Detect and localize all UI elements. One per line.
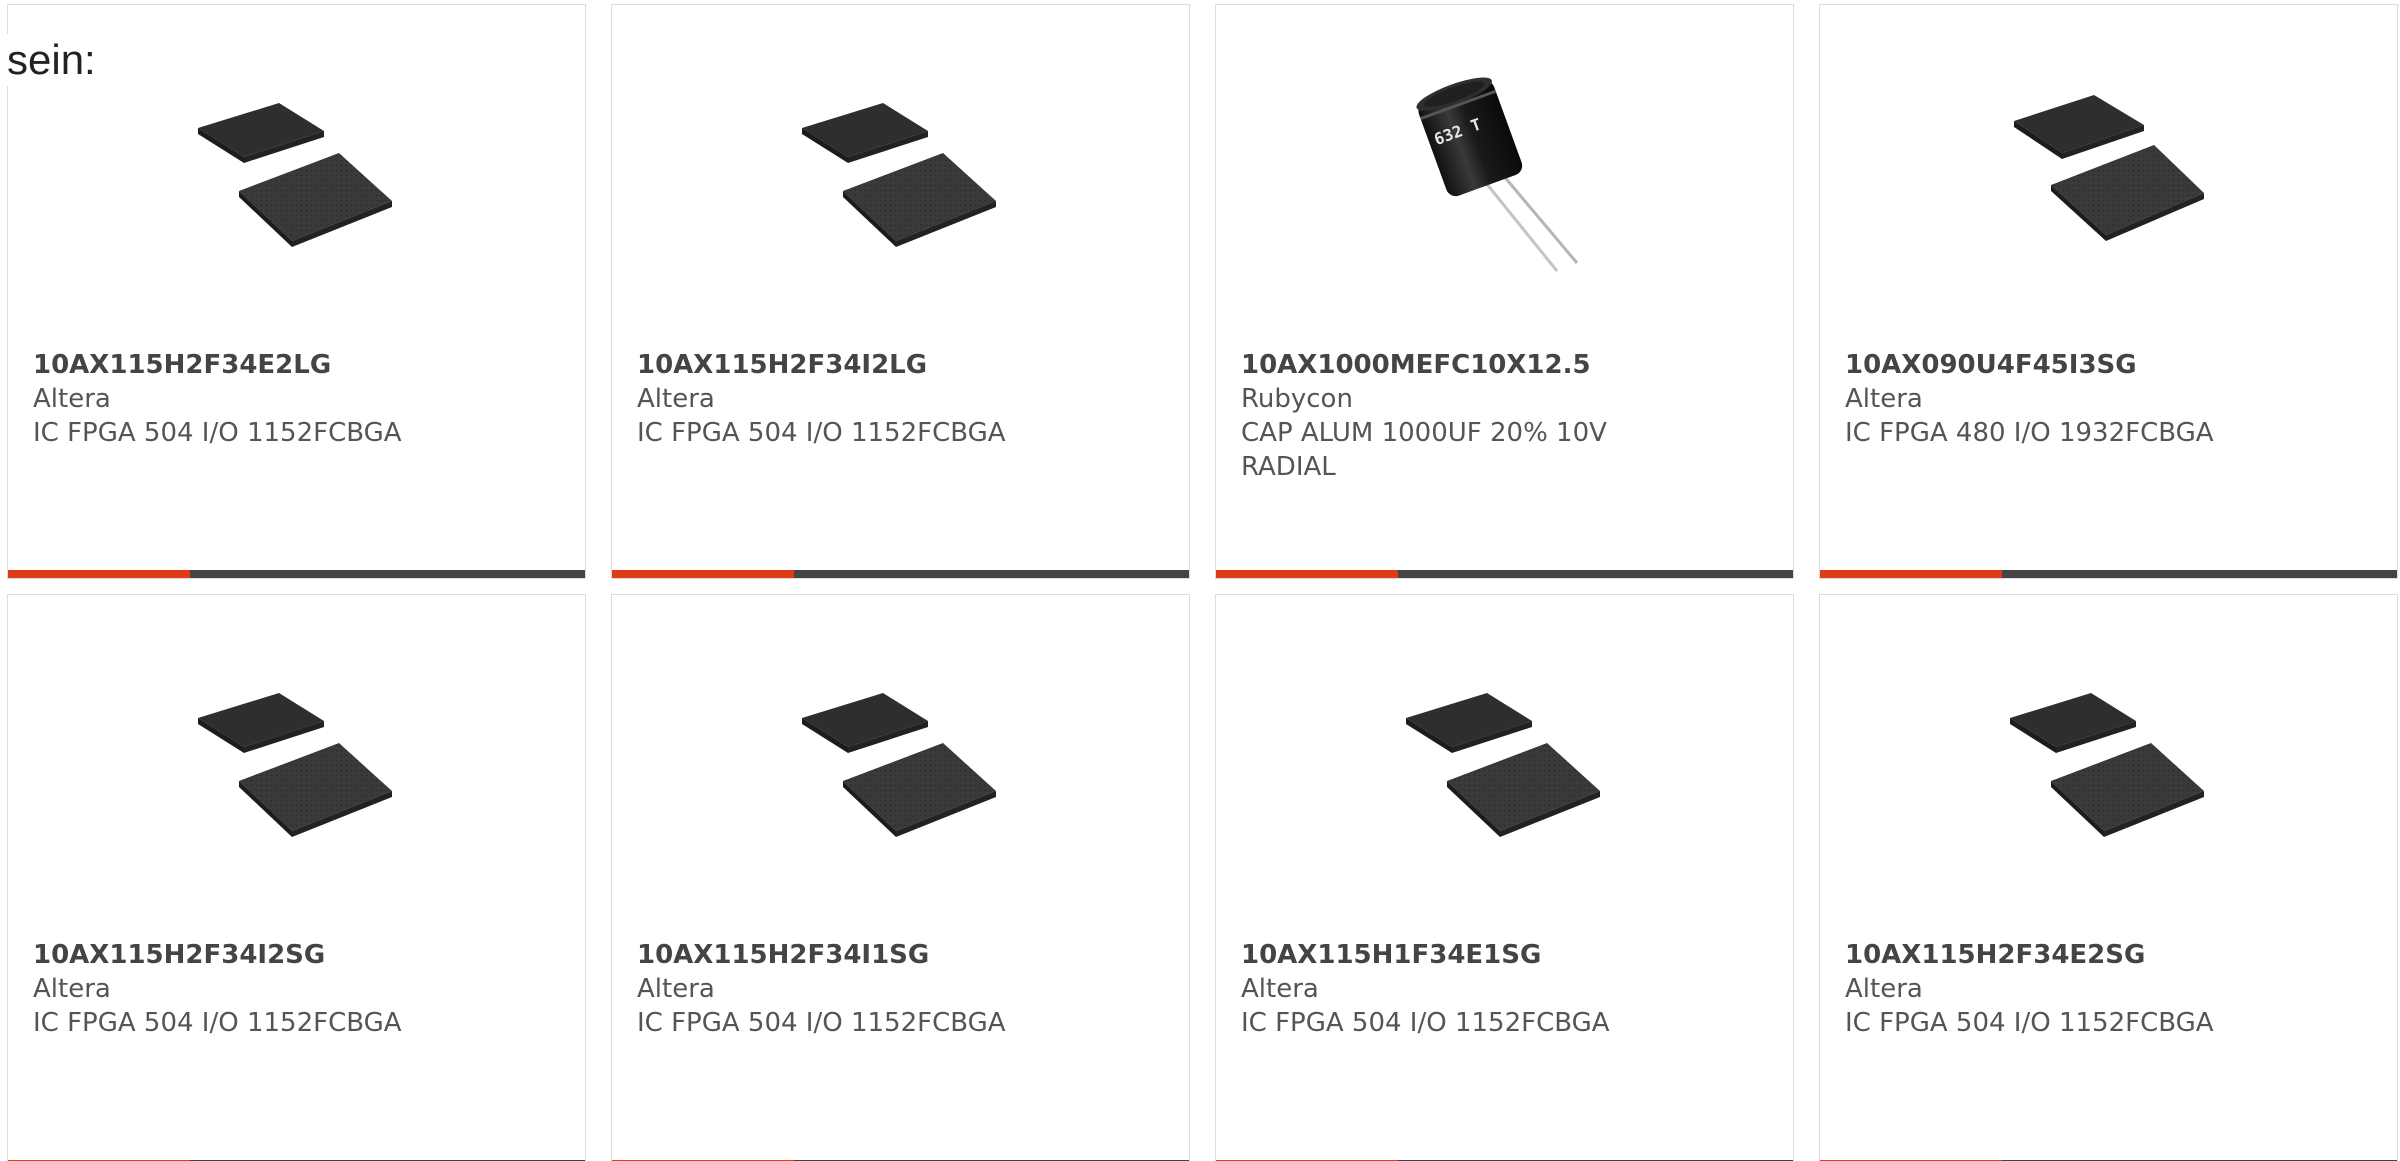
product-card[interactable]: 10AX115H2F34E2LG Altera IC FPGA 504 I/O … bbox=[7, 4, 586, 579]
product-card[interactable]: 10AX115H1F34E1SG Altera IC FPGA 504 I/O … bbox=[1215, 594, 1794, 1161]
product-info: 10AX115H2F34E2SG Altera IC FPGA 504 I/O … bbox=[1845, 938, 2365, 1040]
capacitor-icon[interactable]: 632 T bbox=[1402, 73, 1602, 273]
card-accent-bar bbox=[8, 570, 585, 578]
part-number-link[interactable]: 10AX115H2F34I2LG bbox=[637, 348, 1157, 382]
product-card[interactable]: 10AX115H2F34I1SG Altera IC FPGA 504 I/O … bbox=[611, 594, 1190, 1161]
fpga-chip-icon[interactable] bbox=[194, 73, 394, 273]
card-accent-bar bbox=[1216, 570, 1793, 578]
product-description: IC FPGA 504 I/O 1152FCBGA bbox=[33, 418, 402, 448]
product-info: 10AX115H1F34E1SG Altera IC FPGA 504 I/O … bbox=[1241, 938, 1761, 1040]
part-number-link[interactable]: 10AX115H1F34E1SG bbox=[1241, 938, 1761, 972]
product-card[interactable]: 632 T 10AX1000MEFC10X12.5 Rubycon CAP AL… bbox=[1215, 4, 1794, 579]
manufacturer-name: Altera bbox=[33, 384, 111, 414]
manufacturer-name: Rubycon bbox=[1241, 384, 1353, 414]
manufacturer-name: Altera bbox=[1241, 974, 1319, 1004]
card-accent-bar bbox=[612, 570, 1189, 578]
product-info: 10AX115H2F34I2LG Altera IC FPGA 504 I/O … bbox=[637, 348, 1157, 450]
product-grid: 10AX115H2F34E2LG Altera IC FPGA 504 I/O … bbox=[7, 4, 2400, 1161]
fpga-chip-icon[interactable] bbox=[798, 663, 998, 863]
part-number-link[interactable]: 10AX115H2F34E2LG bbox=[33, 348, 553, 382]
product-card[interactable]: 10AX090U4F45I3SG Altera IC FPGA 480 I/O … bbox=[1819, 4, 2398, 579]
product-info: 10AX1000MEFC10X12.5 Rubycon CAP ALUM 100… bbox=[1241, 348, 1761, 484]
fpga-chip-icon[interactable] bbox=[1402, 663, 1602, 863]
product-description: CAP ALUM 1000UF 20% 10V RADIAL bbox=[1241, 418, 1607, 482]
product-info: 10AX115H2F34I2SG Altera IC FPGA 504 I/O … bbox=[33, 938, 553, 1040]
product-info: 10AX115H2F34E2LG Altera IC FPGA 504 I/O … bbox=[33, 348, 553, 450]
product-info: 10AX090U4F45I3SG Altera IC FPGA 480 I/O … bbox=[1845, 348, 2365, 450]
product-card[interactable]: 10AX115H2F34E2SG Altera IC FPGA 504 I/O … bbox=[1819, 594, 2398, 1161]
product-description: IC FPGA 504 I/O 1152FCBGA bbox=[33, 1008, 402, 1038]
product-description: IC FPGA 504 I/O 1152FCBGA bbox=[1845, 1008, 2214, 1038]
manufacturer-name: Altera bbox=[1845, 974, 1923, 1004]
product-card[interactable]: 10AX115H2F34I2LG Altera IC FPGA 504 I/O … bbox=[611, 4, 1190, 579]
part-number-link[interactable]: 10AX115H2F34I1SG bbox=[637, 938, 1157, 972]
product-description: IC FPGA 480 I/O 1932FCBGA bbox=[1845, 418, 2214, 448]
manufacturer-name: Altera bbox=[33, 974, 111, 1004]
product-description: IC FPGA 504 I/O 1152FCBGA bbox=[637, 1008, 1006, 1038]
card-accent-bar bbox=[1820, 570, 2397, 578]
part-number-link[interactable]: 10AX115H2F34E2SG bbox=[1845, 938, 2365, 972]
product-description: IC FPGA 504 I/O 1152FCBGA bbox=[1241, 1008, 1610, 1038]
fpga-chip-icon[interactable] bbox=[2006, 663, 2206, 863]
intro-text: sein: bbox=[7, 34, 100, 86]
manufacturer-name: Altera bbox=[637, 974, 715, 1004]
manufacturer-name: Altera bbox=[1845, 384, 1923, 414]
fpga-chip-icon[interactable] bbox=[194, 663, 394, 863]
product-list-page: sein: 10AX115H2F34E2LG Altera IC FPGA 50… bbox=[0, 0, 2400, 1161]
part-number-link[interactable]: 10AX1000MEFC10X12.5 bbox=[1241, 348, 1761, 382]
part-number-link[interactable]: 10AX115H2F34I2SG bbox=[33, 938, 553, 972]
product-info: 10AX115H2F34I1SG Altera IC FPGA 504 I/O … bbox=[637, 938, 1157, 1040]
product-card[interactable]: 10AX115H2F34I2SG Altera IC FPGA 504 I/O … bbox=[7, 594, 586, 1161]
part-number-link[interactable]: 10AX090U4F45I3SG bbox=[1845, 348, 2365, 382]
product-description: IC FPGA 504 I/O 1152FCBGA bbox=[637, 418, 1006, 448]
fpga-chip-icon[interactable] bbox=[2006, 73, 2206, 273]
manufacturer-name: Altera bbox=[637, 384, 715, 414]
fpga-chip-icon[interactable] bbox=[798, 73, 998, 273]
